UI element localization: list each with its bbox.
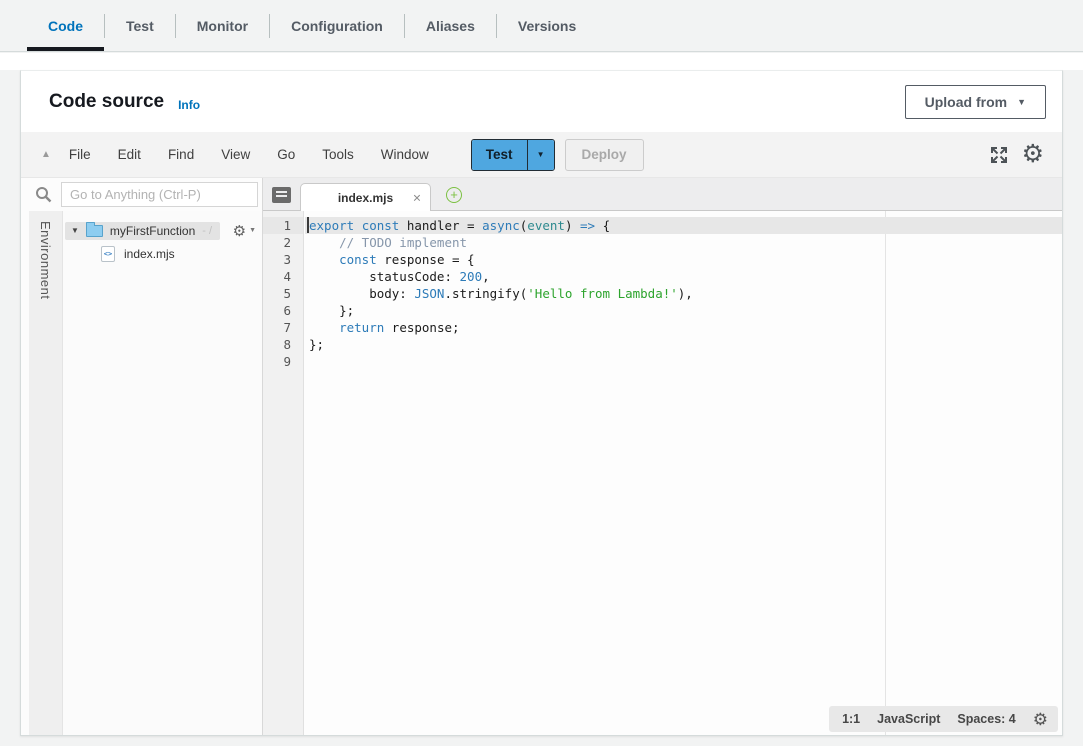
menu-bar-icons: ⚙ xyxy=(989,142,1044,167)
tree-settings-button[interactable]: ⚙ ▼ xyxy=(233,222,256,240)
text-cursor xyxy=(307,217,309,233)
code-line[interactable] xyxy=(305,353,1062,370)
line-number[interactable]: 3 xyxy=(263,251,303,268)
menu-file[interactable]: File xyxy=(69,147,91,162)
status-settings-gear-icon[interactable]: ⚙ xyxy=(1033,711,1048,728)
new-tab-button[interactable]: + xyxy=(446,187,462,203)
folder-expand-icon[interactable]: ▼ xyxy=(71,226,79,235)
open-files-list-icon[interactable] xyxy=(272,187,291,203)
nav-tab-code[interactable]: Code xyxy=(27,0,104,51)
code-line[interactable]: // TODO implement xyxy=(305,234,1062,251)
info-link[interactable]: Info xyxy=(178,98,200,112)
menu-edit[interactable]: Edit xyxy=(118,147,141,162)
code-lines[interactable]: export const handler = async(event) => {… xyxy=(305,211,1062,370)
menu-find[interactable]: Find xyxy=(168,147,194,162)
deploy-button[interactable]: Deploy xyxy=(565,139,644,171)
editor-menus: File Edit Find View Go Tools Window xyxy=(69,147,429,162)
sidebar-body: Environment ▼ myFirstFunction - / ⚙ ▼ xyxy=(21,211,262,735)
menu-go[interactable]: Go xyxy=(277,147,295,162)
environment-tab[interactable]: Environment xyxy=(38,221,53,735)
nav-tab-versions[interactable]: Versions xyxy=(496,14,597,38)
test-split-button[interactable]: Test ▼ xyxy=(471,139,555,171)
code-line[interactable]: export const handler = async(event) => { xyxy=(305,217,1062,234)
folder-path-suffix: - / xyxy=(202,225,212,237)
test-button[interactable]: Test xyxy=(472,140,527,170)
code-editor[interactable]: 123456789 export const handler = async(e… xyxy=(263,211,1062,735)
go-to-anything-row xyxy=(21,178,262,211)
code-line[interactable]: statusCode: 200, xyxy=(305,268,1062,285)
search-icon xyxy=(35,186,52,203)
editor-status-bar: 1:1 JavaScript Spaces: 4 ⚙ xyxy=(829,706,1058,732)
line-number[interactable]: 4 xyxy=(263,268,303,285)
chevron-down-icon: ▼ xyxy=(1017,97,1026,107)
folder-myFirstFunction[interactable]: ▼ myFirstFunction - / xyxy=(65,222,220,240)
menu-view[interactable]: View xyxy=(221,147,250,162)
nav-tab-aliases[interactable]: Aliases xyxy=(404,14,496,38)
indentation-setting[interactable]: Spaces: 4 xyxy=(957,711,1015,728)
upload-from-button[interactable]: Upload from ▼ xyxy=(905,85,1046,119)
code-line[interactable]: }; xyxy=(305,336,1062,353)
upload-from-label: Upload from xyxy=(925,94,1007,110)
code-line[interactable]: body: JSON.stringify('Hello from Lambda!… xyxy=(305,285,1062,302)
language-mode[interactable]: JavaScript xyxy=(877,711,940,728)
folder-name: myFirstFunction xyxy=(110,224,195,238)
nav-tab-test[interactable]: Test xyxy=(104,14,175,38)
line-number[interactable]: 9 xyxy=(263,353,303,370)
menu-tools[interactable]: Tools xyxy=(322,147,354,162)
function-nav-tabs: CodeTestMonitorConfigurationAliasesVersi… xyxy=(0,0,1083,52)
file-row-index-mjs[interactable]: <> index.mjs xyxy=(63,243,262,264)
js-file-icon: <> xyxy=(101,246,115,262)
code-line[interactable]: return response; xyxy=(305,319,1062,336)
band xyxy=(0,53,1083,70)
editor-settings-gear-icon[interactable]: ⚙ xyxy=(1022,142,1044,167)
environment-tab-strip: Environment xyxy=(29,211,63,735)
line-number[interactable]: 2 xyxy=(263,234,303,251)
file-name: index.mjs xyxy=(124,247,175,261)
close-tab-icon[interactable]: × xyxy=(413,189,421,205)
line-number-gutter[interactable]: 123456789 xyxy=(263,211,304,735)
editor-menu-bar: ▲ File Edit Find View Go Tools Window Test ▼ D… xyxy=(21,132,1062,178)
tab-label: index.mjs xyxy=(338,191,393,205)
cursor-position[interactable]: 1:1 xyxy=(842,711,860,728)
code-line[interactable]: const response = { xyxy=(305,251,1062,268)
code-source-header: Code source Info Upload from ▼ xyxy=(21,71,1062,132)
line-number[interactable]: 6 xyxy=(263,302,303,319)
editor-column: index.mjs × + 123456789 export const han… xyxy=(263,178,1062,735)
test-dropdown-caret[interactable]: ▼ xyxy=(527,140,554,170)
nav-tab-configuration[interactable]: Configuration xyxy=(269,14,404,38)
file-tree: ▼ myFirstFunction - / ⚙ ▼ <> index.mjs xyxy=(63,211,262,735)
page-title: Code source xyxy=(49,91,164,113)
file-explorer-sidebar: Environment ▼ myFirstFunction - / ⚙ ▼ xyxy=(21,178,263,735)
line-number[interactable]: 7 xyxy=(263,319,303,336)
code-source-panel: Code source Info Upload from ▼ ▲ File Edi… xyxy=(20,70,1063,736)
editor-workspace: Environment ▼ myFirstFunction - / ⚙ ▼ xyxy=(21,178,1062,735)
editor-tab-bar: index.mjs × + xyxy=(263,178,1062,211)
collapse-editor-icon[interactable]: ▲ xyxy=(41,149,51,160)
line-number[interactable]: 5 xyxy=(263,285,303,302)
fullscreen-icon[interactable] xyxy=(989,145,1009,165)
nav-tab-monitor[interactable]: Monitor xyxy=(175,14,269,38)
code-line[interactable]: }; xyxy=(305,302,1062,319)
chevron-down-icon: ▼ xyxy=(249,227,256,234)
tab-index-mjs[interactable]: index.mjs × xyxy=(300,183,431,211)
folder-icon xyxy=(86,225,103,237)
line-number[interactable]: 8 xyxy=(263,336,303,353)
folder-row: ▼ myFirstFunction - / ⚙ ▼ xyxy=(65,220,256,241)
line-number[interactable]: 1 xyxy=(263,217,303,234)
menu-window[interactable]: Window xyxy=(381,147,429,162)
gear-icon: ⚙ xyxy=(233,222,246,240)
go-to-anything-input[interactable] xyxy=(61,182,258,207)
